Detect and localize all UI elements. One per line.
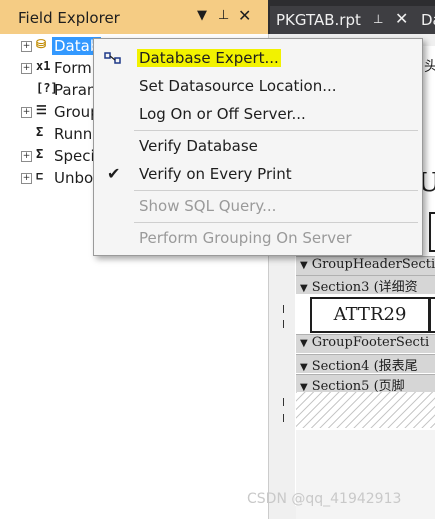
formula-icon: x1 (36, 59, 51, 73)
check-icon: ✔ (107, 164, 121, 183)
chevron-down-icon[interactable]: ▼ (197, 8, 207, 23)
watermark: CSDN @qq_41942913 (247, 491, 402, 507)
close-icon[interactable]: ✕ (238, 6, 251, 25)
menu-item-verify-database[interactable]: Verify Database (94, 132, 422, 160)
field-explorer-header: Field Explorer ▼ ⊥ ✕ (0, 0, 268, 34)
pin-icon[interactable]: ⊥ (218, 8, 229, 23)
report-field-attr29[interactable]: ATTR29 (310, 297, 430, 333)
ruler-mark (283, 305, 284, 313)
menu-item-database-expert[interactable]: Database Expert... (94, 44, 422, 72)
tab-pkgtab-rpt[interactable]: PKGTAB.rpt ⊥ ✕ (270, 6, 418, 34)
section-bar-page-footer[interactable]: ▼ Section5 (页脚 (296, 374, 435, 393)
tab-next[interactable]: Da (418, 6, 435, 34)
running-total-icon: Σ (36, 125, 44, 139)
expand-icon[interactable]: + (21, 41, 32, 52)
report-field-adjacent[interactable] (429, 297, 435, 333)
ruler-mark (283, 320, 284, 328)
ruler-mark (283, 398, 284, 406)
section-bar-group-header[interactable]: ▼ GroupHeaderSecti (296, 256, 435, 275)
expand-icon[interactable]: + (21, 107, 32, 118)
report-field-box-top[interactable] (429, 212, 435, 252)
menu-item-perform-grouping-on-server: Perform Grouping On Server (139, 229, 352, 247)
close-icon[interactable]: ✕ (395, 9, 408, 28)
suppressed-section-hatch (296, 392, 435, 428)
report-header-glyph: 头 (424, 59, 435, 75)
expand-icon[interactable]: + (21, 151, 32, 162)
menu-separator (134, 130, 418, 131)
ruler-mark (283, 414, 284, 422)
menu-separator (134, 190, 418, 191)
unbound-field-icon: ⊏ (36, 169, 44, 183)
database-expert-icon (104, 52, 121, 64)
menu-item-log-on-off-server[interactable]: Log On or Off Server... (94, 100, 422, 128)
pin-icon[interactable]: ⊥ (373, 12, 383, 26)
special-field-icon: Σ (36, 147, 44, 161)
menu-item-set-datasource-location[interactable]: Set Datasource Location... (94, 72, 422, 100)
menu-item-show-sql-query: Show SQL Query... (139, 197, 277, 215)
menu-separator (134, 222, 418, 223)
context-menu: Database Expert... Set Datasource Locati… (93, 38, 423, 256)
field-explorer-title: Field Explorer (18, 9, 120, 27)
section-bar-report-footer[interactable]: ▼ Section4 (报表尾 (296, 354, 435, 373)
database-icon: ⛁ (36, 37, 47, 51)
expand-icon[interactable]: + (21, 63, 32, 74)
expand-icon[interactable]: + (21, 173, 32, 184)
menu-item-verify-on-every-print[interactable]: ✔ Verify on Every Print (94, 160, 422, 188)
group-icon: ☰ (36, 103, 47, 117)
section-bar-group-footer[interactable]: ▼ GroupFooterSecti (296, 334, 435, 353)
section-bar-details[interactable]: ▼ Section3 (详细资 (296, 275, 435, 294)
